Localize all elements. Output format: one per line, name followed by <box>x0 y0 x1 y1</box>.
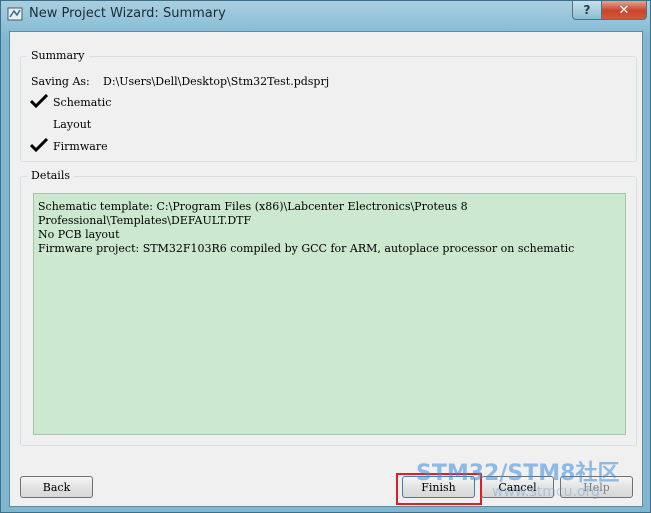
schematic-check-icon <box>30 94 48 108</box>
firmware-check-icon <box>30 138 48 152</box>
window-title: New Project Wizard: Summary <box>29 6 226 21</box>
app-icon <box>7 7 23 21</box>
close-icon: ✕ <box>618 2 630 18</box>
title-bar[interactable]: New Project Wizard: Summary ? ✕ <box>1 1 651 29</box>
summary-item-schematic: Schematic <box>53 96 112 109</box>
dialog-body: Summary Saving As: D:\Users\Dell\Desktop… <box>9 31 643 507</box>
wizard-window: New Project Wizard: Summary ? ✕ Summary … <box>0 0 651 513</box>
details-line: Firmware project: STM32F103R6 compiled b… <box>38 242 575 255</box>
title-help-button[interactable]: ? <box>572 1 602 20</box>
saving-as-path: D:\Users\Dell\Desktop\Stm32Test.pdsprj <box>103 75 330 88</box>
summary-group-label: Summary <box>27 49 89 62</box>
details-group: Details Schematic template: C:\Program F… <box>20 169 637 446</box>
back-button[interactable]: Back <box>20 476 93 498</box>
watermark-text: STM32/STM8社区 <box>416 461 620 486</box>
details-text-area[interactable]: Schematic template: C:\Program Files (x8… <box>33 193 626 435</box>
summary-group: Summary Saving As: D:\Users\Dell\Desktop… <box>20 49 637 162</box>
details-line: Professional\Templates\DEFAULT.DTF <box>38 214 252 227</box>
watermark-url: www.stmcu.org <box>492 484 600 500</box>
saving-as-label: Saving As: <box>31 75 90 88</box>
summary-item-firmware: Firmware <box>53 140 108 153</box>
summary-item-layout: Layout <box>53 118 92 131</box>
question-icon: ? <box>583 3 591 17</box>
title-close-button[interactable]: ✕ <box>601 1 647 20</box>
details-line: Schematic template: C:\Program Files (x8… <box>38 200 468 213</box>
details-group-label: Details <box>27 169 74 182</box>
details-line: No PCB layout <box>38 228 120 241</box>
